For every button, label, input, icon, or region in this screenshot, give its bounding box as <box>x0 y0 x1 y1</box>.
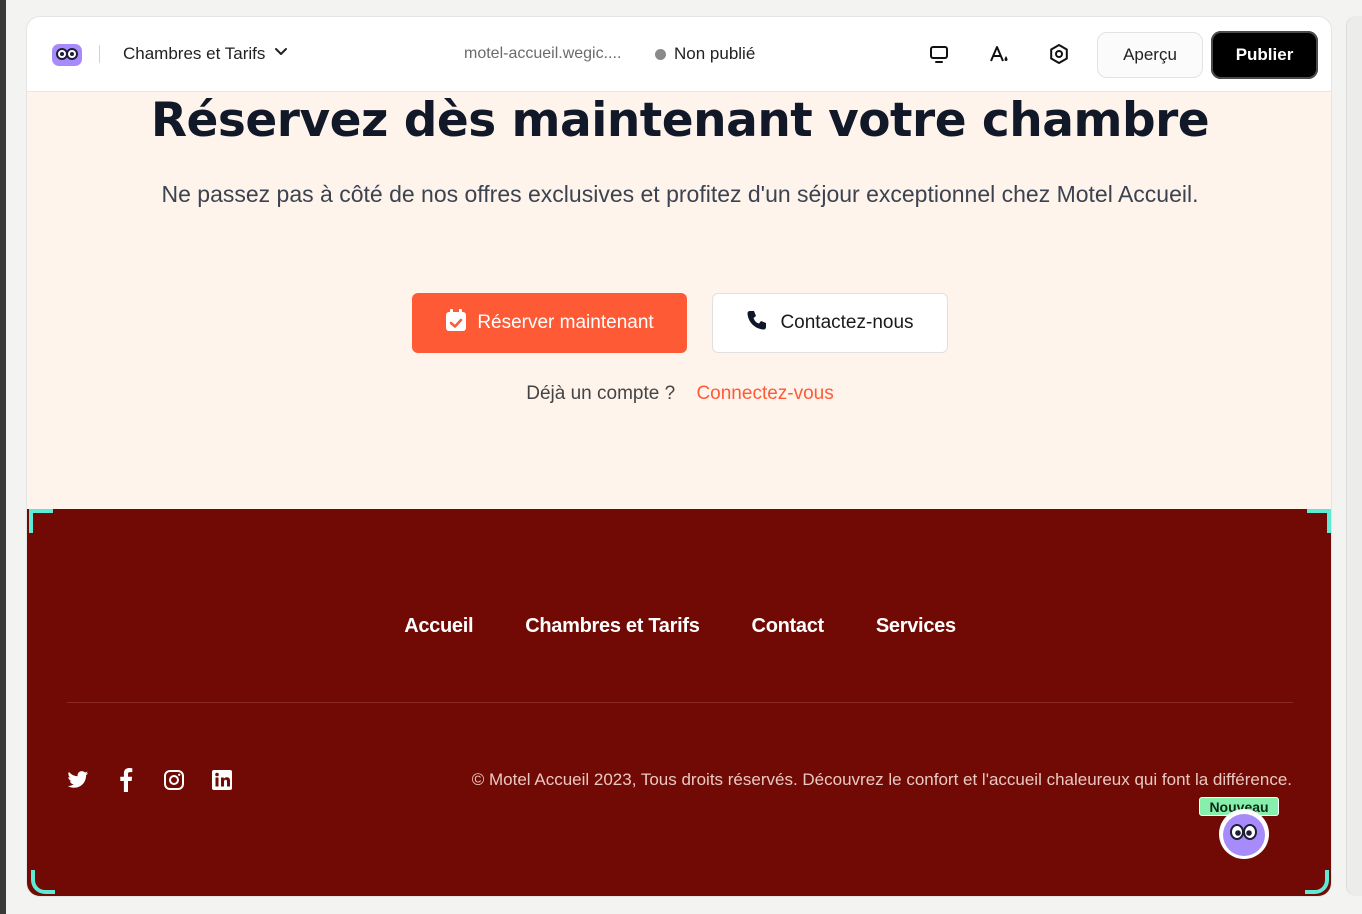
hero-subtitle: Ne passez pas à côté de nos offres exclu… <box>161 181 1199 207</box>
window-left-edge <box>0 0 6 914</box>
selection-corner <box>31 870 55 894</box>
topbar-divider <box>99 45 100 63</box>
footer-link-chambres[interactable]: Chambres et Tarifs <box>525 615 700 638</box>
footer-nav: Accueil Chambres et Tarifs Contact Servi… <box>27 615 1331 638</box>
side-panel-edge <box>1346 16 1362 896</box>
page-selector-label: Chambres et Tarifs <box>123 43 266 63</box>
social-links <box>67 768 233 792</box>
selection-corner <box>1305 870 1329 894</box>
text-color-icon[interactable] <box>987 42 1011 66</box>
site-preview-frame: Chambres et Tarifs motel-accueil.wegic..… <box>26 16 1332 897</box>
footer-divider <box>67 702 1293 703</box>
account-question: Déjà un compte ? <box>526 383 676 404</box>
site-url[interactable]: motel-accueil.wegic.... <box>464 45 621 63</box>
site-footer: Accueil Chambres et Tarifs Contact Servi… <box>27 509 1331 896</box>
contact-us-button[interactable]: Contactez-nous <box>712 293 948 353</box>
footer-link-services[interactable]: Services <box>876 615 956 638</box>
reserve-now-button[interactable]: Réserver maintenant <box>412 293 687 353</box>
page-selector[interactable]: Chambres et Tarifs <box>123 43 289 64</box>
publish-status: Non publié <box>655 44 755 64</box>
preview-button[interactable]: Aperçu <box>1097 32 1203 78</box>
calendar-check-icon <box>445 308 467 338</box>
desktop-icon[interactable] <box>927 42 951 66</box>
login-prompt: Déjà un compte ? Connectez-vous <box>27 383 1331 405</box>
status-label: Non publié <box>674 44 756 63</box>
selection-corner <box>29 509 53 533</box>
phone-icon <box>746 309 768 337</box>
instagram-icon[interactable] <box>163 768 185 792</box>
login-link[interactable]: Connectez-vous <box>696 383 833 404</box>
chevron-down-icon <box>273 43 289 64</box>
linkedin-icon[interactable] <box>211 768 233 792</box>
settings-gear-icon[interactable] <box>1047 42 1071 66</box>
copyright-text: © Motel Accueil 2023, Tous droits réserv… <box>471 770 1292 789</box>
footer-link-contact[interactable]: Contact <box>752 615 825 638</box>
contact-us-label: Contactez-nous <box>780 312 914 333</box>
owl-logo-icon[interactable] <box>51 42 83 68</box>
facebook-icon[interactable] <box>115 768 137 792</box>
publish-button[interactable]: Publier <box>1211 31 1318 79</box>
editor-topbar: Chambres et Tarifs motel-accueil.wegic..… <box>27 17 1331 92</box>
twitter-icon[interactable] <box>67 768 89 792</box>
assistant-mascot-icon[interactable] <box>1219 809 1269 859</box>
status-dot-icon <box>655 48 666 60</box>
reserve-now-label: Réserver maintenant <box>477 312 654 333</box>
footer-link-accueil[interactable]: Accueil <box>404 615 473 638</box>
selection-corner <box>1307 509 1331 533</box>
page-title: Réservez dès maintenant votre chambre <box>150 93 1210 148</box>
